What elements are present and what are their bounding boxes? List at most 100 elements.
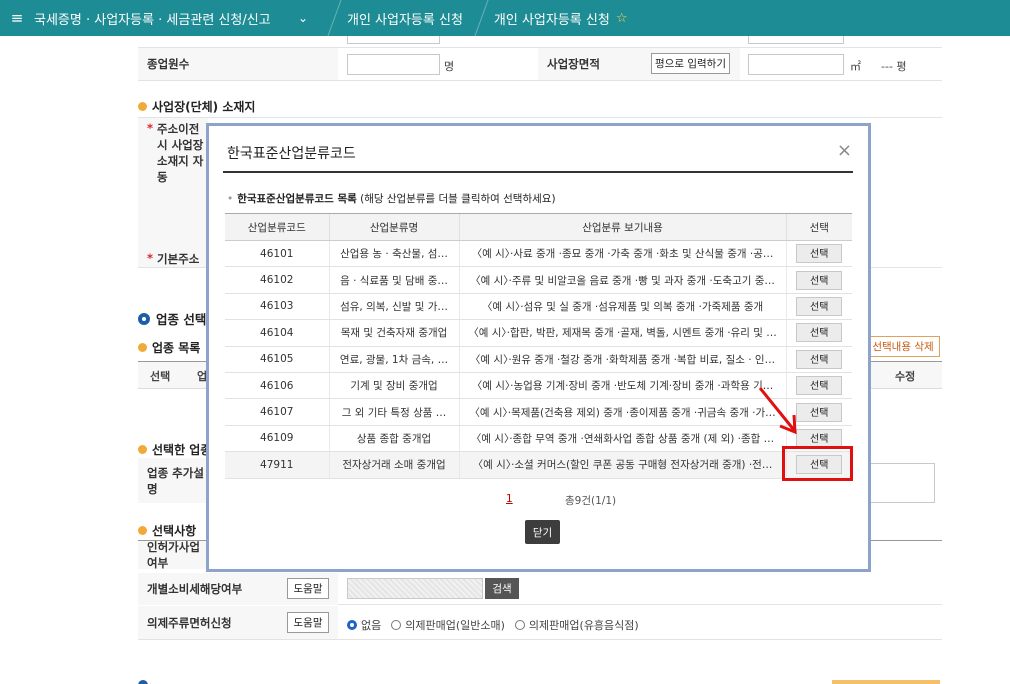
modal-subtitle: • 한국표준산업분류코드 목록 (해당 산업분류를 더블 클릭하여 선택하세요) xyxy=(227,193,556,205)
cell-name: 연료, 광물, 1차 금속, … xyxy=(328,346,459,373)
liquor-radio-group: 없음 의제판매업(일반소매) 의제판매업(유흥음식점) xyxy=(347,617,639,633)
divider xyxy=(138,117,942,118)
radio-bar[interactable] xyxy=(514,620,525,630)
table-row[interactable]: 47911 전자상거래 소매 중개업 〈예 시〉·소셜 커머스(할인 쿠폰 공동… xyxy=(225,451,852,479)
select-button[interactable]: 선택 xyxy=(796,402,843,422)
highlight-box xyxy=(782,446,853,481)
col-select: 선택 xyxy=(150,370,171,383)
header-name: 산업분류명 xyxy=(328,213,459,241)
table-row[interactable]: 46105 연료, 광물, 1차 금속, … 〈예 시〉·원유 중개 ·철강 중… xyxy=(225,346,852,373)
cell-name: 그 외 기타 특정 상품 … xyxy=(328,398,459,426)
cell-desc: 〈예 시〉·섬유 및 실 중개 ·섬유제품 및 의복 중개 ·가죽제품 중개 xyxy=(458,293,786,321)
excise-search-button[interactable]: 검색 xyxy=(485,578,519,599)
cell-desc: 〈예 시〉·원유 중개 ·철강 중개 ·화학제품 중개 ·복합 비료, 질소 ·… xyxy=(458,346,786,373)
modal-close-button[interactable]: 닫기 xyxy=(525,520,560,544)
header-select: 선택 xyxy=(785,213,852,241)
section-bullet-icon xyxy=(138,343,147,352)
favorite-star-icon[interactable]: ☆ xyxy=(616,11,628,26)
total-count: 총9건(1/1) xyxy=(565,495,617,507)
partial-input[interactable] xyxy=(347,36,440,44)
header-desc: 산업분류 보기내용 xyxy=(458,213,786,241)
cell-code: 47911 xyxy=(225,451,329,479)
biz-select-title: 업종 선택 xyxy=(138,309,206,328)
biz-list-title: 업종 목록 xyxy=(138,339,200,356)
table-row[interactable]: 46102 음 · 식료품 및 담배 중… 〈예 시〉·주류 및 비알코올 음료… xyxy=(225,266,852,294)
red-arrow-icon xyxy=(758,387,797,435)
breadcrumb-current[interactable]: 개인 사업자등록 신청 ☆ xyxy=(494,0,642,36)
selected-biz-title: 선택한 업종 xyxy=(138,441,211,458)
section-bullet-icon xyxy=(138,526,147,535)
modal-title: 한국표준산업분류코드 xyxy=(227,146,356,162)
cell-name: 전자상거래 소매 중개업 xyxy=(328,451,459,479)
top-navigation: ≡ 국세증명 · 사업자등록 · 세금관련 신청/신고 ⌄ 개인 사업자등록 신… xyxy=(0,0,1010,36)
partial-button[interactable] xyxy=(832,680,940,684)
move-address-label: * 주소이전시 사업장 xyxy=(147,121,204,152)
cell-name: 상품 종합 중개업 xyxy=(328,425,459,453)
address-labels: * 주소이전시 사업장 소재지 자동 * 기본주소 xyxy=(138,117,208,267)
radio-none[interactable] xyxy=(347,620,357,630)
cell-code: 46104 xyxy=(225,319,329,347)
employees-input[interactable] xyxy=(347,54,440,75)
page-link[interactable]: 1 xyxy=(506,493,513,505)
move-address-label-2: 소재지 자동 xyxy=(157,154,204,184)
cell-name: 목재 및 건축자재 중개업 xyxy=(328,319,459,347)
table-header-row: 산업분류코드 산업분류명 산업분류 보기내용 선택 xyxy=(225,213,852,241)
cell-code: 46107 xyxy=(225,398,329,426)
chevron-down-icon[interactable]: ⌄ xyxy=(290,11,316,25)
excise-input[interactable] xyxy=(347,578,483,599)
col-edit: 수정 xyxy=(895,370,916,383)
location-section-title: 사업장(단체) 소재지 xyxy=(138,98,255,115)
selection-title: 선택사항 xyxy=(138,522,196,539)
excise-help-button[interactable]: 도움말 xyxy=(287,578,329,599)
breadcrumb-category[interactable]: 국세증명 · 사업자등록 · 세금관련 신청/신고 ⌄ xyxy=(34,0,330,36)
cell-name: 섬유, 의복, 신발 및 가… xyxy=(328,293,459,321)
bullet-dot-icon: • xyxy=(227,193,234,205)
cell-desc: 〈예 시〉·사료 중개 ·종묘 중개 ·가축 중개 ·화초 및 산식물 중개 ·… xyxy=(458,240,786,268)
cell-select: 선택 xyxy=(785,240,852,268)
cell-code: 46102 xyxy=(225,266,329,294)
table-row[interactable]: 46103 섬유, 의복, 신발 및 가… 〈예 시〉·섬유 및 실 중개 ·섬… xyxy=(225,293,852,321)
table-row[interactable]: 46104 목재 및 건축자재 중개업 〈예 시〉·합판, 박판, 제재목 중개… xyxy=(225,319,852,347)
cell-desc: 〈예 시〉·소셜 커머스(할인 쿠폰 공동 구매형 전자상거래 중개) ·전… xyxy=(458,451,786,479)
cell-desc: 〈예 시〉·주류 및 비알코올 음료 중개 ·빵 및 과자 중개 ·도축고기 중… xyxy=(458,266,786,294)
partial-input[interactable] xyxy=(748,36,844,44)
cell-select: 선택 xyxy=(785,319,852,347)
cell-select: 선택 xyxy=(785,293,852,321)
area-pyeong: --- 평 xyxy=(881,60,907,73)
menu-icon[interactable]: ≡ xyxy=(0,9,34,27)
area-input[interactable] xyxy=(748,54,844,75)
area-pyeong-button[interactable]: 평으로 입력하기 xyxy=(651,53,730,74)
section-bullet-icon xyxy=(138,102,147,111)
employees-unit: 명 xyxy=(444,60,455,73)
cell-select: 선택 xyxy=(785,266,852,294)
biz-extra-input[interactable] xyxy=(870,463,935,503)
industry-code-table: 산업분류코드 산업분류명 산업분류 보기내용 선택 46101 산업용 농 · … xyxy=(225,213,852,479)
area-unit: ㎡ xyxy=(850,60,861,73)
cell-code: 46106 xyxy=(225,372,329,400)
delete-selected-button[interactable]: 선택내용 삭제 xyxy=(866,336,940,357)
permit-label: 인허가사업여부 xyxy=(138,540,208,570)
modal-title-rule xyxy=(223,171,853,173)
breadcrumb-service-label: 개인 사업자등록 신청 xyxy=(347,12,463,28)
select-button[interactable]: 선택 xyxy=(796,323,843,343)
radio-retail[interactable] xyxy=(391,620,402,630)
cell-desc: 〈예 시〉·농업용 기계·장비 중개 ·반도체 기계·장비 중개 ·과학용 기… xyxy=(458,372,786,400)
select-button[interactable]: 선택 xyxy=(796,376,843,396)
close-icon[interactable]: × xyxy=(837,140,852,161)
cell-name: 산업용 농 · 축산물, 섬… xyxy=(328,240,459,268)
select-button[interactable]: 선택 xyxy=(796,244,843,264)
table-row[interactable]: 46101 산업용 농 · 축산물, 섬… 〈예 시〉·사료 중개 ·종묘 중개… xyxy=(225,240,852,268)
cell-code: 46101 xyxy=(225,240,329,268)
breadcrumb-service[interactable]: 개인 사업자등록 신청 xyxy=(347,0,477,36)
select-button[interactable]: 선택 xyxy=(796,296,843,316)
section-bullet-icon xyxy=(138,445,147,454)
section-bullet-icon xyxy=(138,680,148,684)
breadcrumb-category-label: 국세증명 · 사업자등록 · 세금관련 신청/신고 xyxy=(34,12,271,28)
liquor-help-button[interactable]: 도움말 xyxy=(287,612,329,633)
cell-name: 기계 및 장비 중개업 xyxy=(328,372,459,400)
biz-extra-label: 업종 추가설명 xyxy=(138,458,208,503)
select-button[interactable]: 선택 xyxy=(796,270,843,290)
select-button[interactable]: 선택 xyxy=(796,349,843,369)
header-code: 산업분류코드 xyxy=(225,213,329,241)
cell-code: 46105 xyxy=(225,346,329,373)
